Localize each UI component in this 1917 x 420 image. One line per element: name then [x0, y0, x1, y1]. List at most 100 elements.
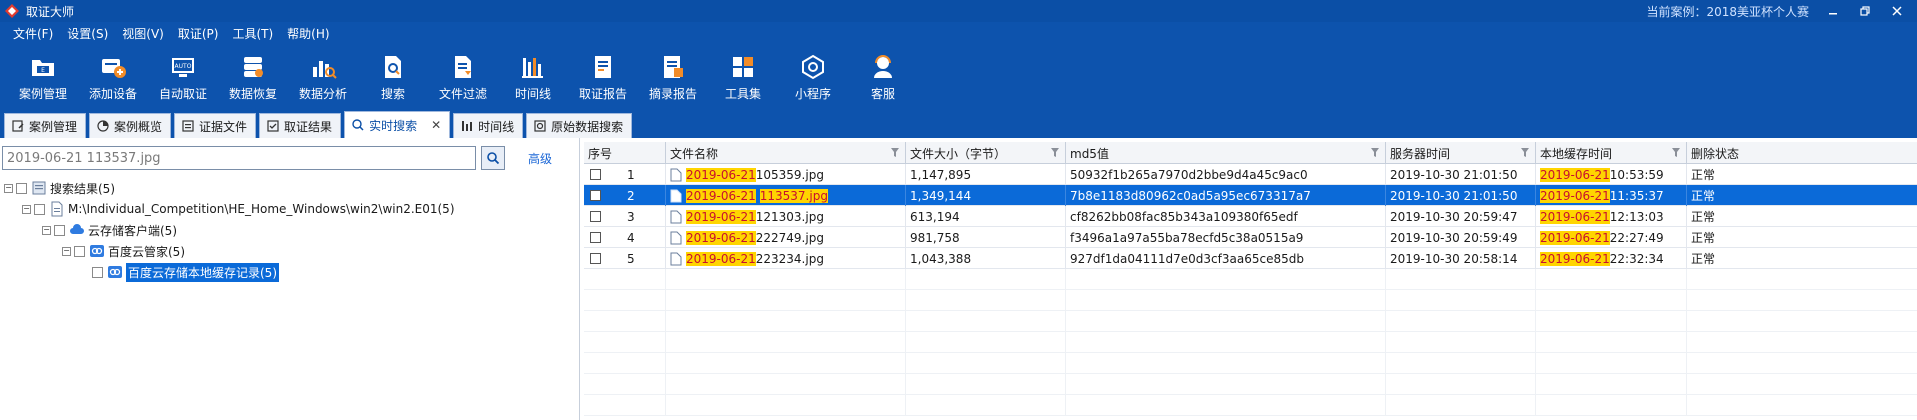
close-tab-icon[interactable]: ✕ — [431, 118, 441, 132]
add-device-icon — [102, 59, 126, 78]
search-button[interactable]: 搜索 — [358, 46, 428, 108]
search-doc-icon — [385, 56, 401, 78]
close-icon — [1892, 6, 1902, 16]
timeline-button[interactable]: 时间线 — [498, 46, 568, 108]
add-device-button[interactable]: 添加设备 — [78, 46, 148, 108]
toolbar: E 案例管理 添加设备 AUTO 自动取证 数据恢复 数据分析 搜索 文件过滤 … — [0, 46, 1917, 108]
table-row[interactable]: 4 2019-06-21 222749.jpg 981,758 f3496a1a… — [584, 227, 1917, 248]
tree-node-evidence-image[interactable]: − M:\Individual_Competition\HE_Home_Wind… — [22, 199, 455, 219]
menu-help[interactable]: 帮助(H) — [280, 22, 336, 46]
customer-service-icon — [874, 55, 892, 78]
search-icon — [487, 152, 500, 165]
empty-row — [584, 311, 1917, 332]
tab-forensics-results[interactable]: 取证结果 — [259, 113, 342, 138]
tree-node-cloud-client[interactable]: − 云存储客户端(5) — [42, 220, 177, 240]
excerpt-report-button[interactable]: 摘录报告 — [638, 46, 708, 108]
table-row[interactable]: 1 2019-06-21 105359.jpg 1,147,895 50932f… — [584, 164, 1917, 185]
mini-program-icon — [802, 54, 824, 80]
search-panel: 高级 − 搜索结果(5) − M:\Individual_Competition… — [0, 138, 580, 420]
file-filter-button[interactable]: 文件过滤 — [428, 46, 498, 108]
search-input[interactable] — [2, 146, 476, 170]
filter-icon[interactable] — [1672, 148, 1680, 158]
file-filter-icon — [455, 56, 471, 78]
menu-bar: 文件(F) 设置(S) 视图(V) 取证(P) 工具(T) 帮助(H) — [0, 22, 1917, 46]
column-header-server-time[interactable]: 服务器时间 — [1386, 142, 1536, 164]
svg-text:AUTO: AUTO — [175, 63, 192, 70]
tree-checkbox[interactable] — [74, 245, 85, 257]
title-bar: 取证大师 当前案例：2018美亚杯个人赛 — [0, 0, 1917, 22]
auto-forensics-button[interactable]: AUTO 自动取证 — [148, 46, 218, 108]
case-tab-icon — [12, 120, 24, 132]
empty-row — [584, 374, 1917, 395]
data-analysis-icon — [313, 61, 337, 79]
row-checkbox[interactable] — [590, 190, 601, 201]
tree-checkbox[interactable] — [54, 224, 65, 236]
collapse-toggle[interactable]: − — [4, 183, 13, 193]
tree-checkbox[interactable] — [92, 266, 103, 278]
filter-icon[interactable] — [1051, 148, 1059, 158]
tab-realtime-search[interactable]: 实时搜索 ✕ — [344, 111, 451, 138]
filter-icon[interactable] — [1371, 148, 1379, 158]
column-header-cache-time[interactable]: 本地缓存时间 — [1536, 142, 1687, 164]
filter-icon[interactable] — [1521, 148, 1529, 158]
menu-file[interactable]: 文件(F) — [6, 22, 60, 46]
row-checkbox[interactable] — [590, 211, 601, 222]
row-checkbox[interactable] — [590, 232, 601, 243]
row-checkbox[interactable] — [590, 169, 601, 180]
restore-button[interactable] — [1849, 0, 1881, 22]
menu-forensics[interactable]: 取证(P) — [171, 22, 226, 46]
table-row-selected[interactable]: 2 2019-06-21 113537.jpg 1,349,144 7b8e118… — [584, 185, 1917, 206]
toolkit-icon — [733, 57, 753, 77]
search-submit-button[interactable] — [481, 146, 505, 170]
column-header-md5[interactable]: md5值 — [1066, 142, 1386, 164]
current-case-name: 2018美亚杯个人赛 — [1706, 5, 1809, 19]
result-tab-icon — [267, 120, 279, 132]
menu-tools[interactable]: 工具(T) — [225, 22, 280, 46]
tree-node-search-results[interactable]: − 搜索结果(5) — [4, 178, 115, 198]
column-header-file-size[interactable]: 文件大小（字节） — [906, 142, 1066, 164]
timeline-tab-icon — [462, 121, 473, 131]
table-row[interactable]: 3 2019-06-21 121303.jpg 613,194 cf8262bb… — [584, 206, 1917, 227]
data-recovery-button[interactable]: 数据恢复 — [218, 46, 288, 108]
file-icon — [670, 168, 682, 181]
column-header-delete-status[interactable]: 删除状态 — [1687, 142, 1917, 164]
tab-raw-data-search[interactable]: 原始数据搜索 — [526, 113, 633, 138]
excerpt-report-icon — [664, 56, 683, 78]
file-icon — [670, 231, 682, 244]
empty-row — [584, 269, 1917, 290]
tab-case-management[interactable]: 案例管理 — [4, 113, 87, 138]
filter-icon[interactable] — [891, 148, 899, 158]
tab-strip: 案例管理 案例概览 证据文件 取证结果 实时搜索 ✕ 时间线 原始数据搜索 — [0, 108, 1917, 138]
customer-service-button[interactable]: 客服 — [848, 46, 918, 108]
column-header-index[interactable]: 序号 — [584, 142, 666, 164]
tree-node-baidu-cache[interactable]: 百度云存储本地缓存记录(5) — [92, 262, 279, 282]
timeline-icon — [522, 58, 543, 78]
table-row[interactable]: 5 2019-06-21 223234.jpg 1,043,388 927df1… — [584, 248, 1917, 269]
close-window-button[interactable] — [1881, 0, 1913, 22]
advanced-search-link[interactable]: 高级 — [528, 150, 552, 167]
collapse-toggle[interactable]: − — [22, 204, 31, 214]
tab-evidence-files[interactable]: 证据文件 — [174, 113, 257, 138]
forensics-report-button[interactable]: 取证报告 — [568, 46, 638, 108]
column-header-filename[interactable]: 文件名称 — [666, 142, 906, 164]
row-checkbox[interactable] — [590, 253, 601, 264]
tree-checkbox[interactable] — [34, 203, 45, 215]
menu-view[interactable]: 视图(V) — [115, 22, 171, 46]
window-title: 取证大师 — [26, 4, 75, 19]
minimize-button[interactable] — [1817, 0, 1849, 22]
collapse-toggle[interactable]: − — [62, 246, 71, 256]
file-icon — [670, 189, 682, 202]
evidence-tab-icon — [182, 120, 194, 132]
data-analysis-button[interactable]: 数据分析 — [288, 46, 358, 108]
collapse-toggle[interactable]: − — [42, 225, 51, 235]
tree-node-baidu-cloud[interactable]: − 百度云管家(5) — [62, 241, 185, 261]
minimize-icon — [1829, 13, 1837, 15]
toolkit-button[interactable]: 工具集 — [708, 46, 778, 108]
menu-settings[interactable]: 设置(S) — [60, 22, 115, 46]
tab-timeline[interactable]: 时间线 — [453, 113, 524, 138]
case-management-button[interactable]: E 案例管理 — [8, 46, 78, 108]
mini-program-button[interactable]: 小程序 — [778, 46, 848, 108]
tree-checkbox[interactable] — [16, 182, 27, 194]
empty-row — [584, 332, 1917, 353]
tab-case-overview[interactable]: 案例概览 — [89, 113, 172, 138]
